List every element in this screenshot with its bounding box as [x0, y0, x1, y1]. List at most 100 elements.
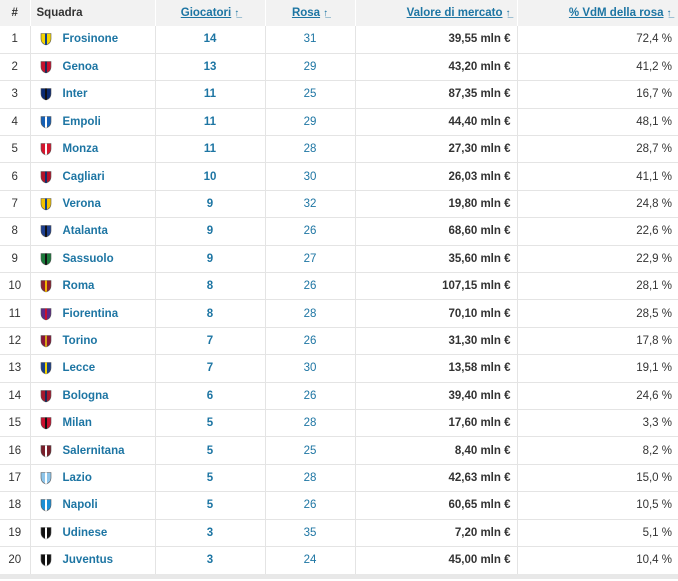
players-count-link[interactable]: 11 [155, 135, 266, 164]
club-name-link[interactable]: Napoli [63, 499, 98, 511]
club-name-link[interactable]: Atalanta [63, 225, 108, 237]
club-name-link[interactable]: Lecce [63, 362, 96, 374]
fiorentina-crest-icon[interactable] [39, 307, 53, 321]
squad-size-link[interactable]: 29 [265, 108, 356, 137]
club-name-link[interactable]: Roma [63, 280, 95, 292]
club-name-link[interactable]: Empoli [63, 116, 101, 128]
header-players-sort[interactable]: Giocatori ↑̲ [155, 0, 266, 26]
sort-arrow-icon[interactable]: ↑̲ [506, 8, 511, 19]
header-squad-sort[interactable]: Rosa ↑̲ [265, 0, 356, 26]
club-name-link[interactable]: Monza [63, 143, 99, 155]
club-name-link[interactable]: Milan [63, 417, 92, 429]
squad-size-link[interactable]: 28 [265, 135, 356, 164]
squad-size-link[interactable]: 26 [265, 491, 356, 520]
players-count-link[interactable]: 13 [155, 53, 266, 82]
roma-crest-icon[interactable] [39, 279, 53, 293]
squad-size-link[interactable]: 32 [265, 190, 356, 219]
club-name-link[interactable]: Genoa [63, 61, 99, 73]
lecce-crest-icon[interactable] [39, 361, 53, 375]
players-count-link[interactable]: 9 [155, 190, 266, 219]
value-share-cell: 16,7 % [517, 80, 678, 109]
players-count-link[interactable]: 7 [155, 327, 266, 356]
sort-arrow-icon[interactable]: ↑̲ [667, 8, 672, 19]
juventus-crest-icon[interactable] [39, 553, 53, 567]
squad-size-link[interactable]: 28 [265, 464, 356, 493]
cagliari-crest-icon[interactable] [39, 170, 53, 184]
squad-size-link[interactable]: 26 [265, 217, 356, 246]
club-name-link[interactable]: Lazio [63, 472, 92, 484]
squad-size-link[interactable]: 25 [265, 80, 356, 109]
club-name-link[interactable]: Inter [63, 88, 88, 100]
club-cell: Inter [30, 80, 156, 109]
squad-size-link[interactable]: 24 [265, 546, 356, 574]
empoli-crest-icon[interactable] [39, 115, 53, 129]
sassuolo-crest-icon[interactable] [39, 252, 53, 266]
players-count-link[interactable]: 9 [155, 245, 266, 274]
header-value-sort[interactable]: Valore di mercato ↑̲ [355, 0, 518, 26]
players-count-link[interactable]: 6 [155, 382, 266, 410]
squad-size-link[interactable]: 29 [265, 53, 356, 82]
players-count-link[interactable]: 3 [155, 519, 266, 547]
players-count-link[interactable]: 3 [155, 546, 266, 574]
club-name-link[interactable]: Udinese [63, 527, 108, 539]
squad-size-link[interactable]: 31 [265, 26, 356, 54]
players-count-link[interactable]: 11 [155, 108, 266, 137]
header-pct-sort[interactable]: % VdM della rosa ↑̲ [517, 0, 678, 26]
club-name-link[interactable]: Frosinone [63, 33, 119, 45]
club-name-link[interactable]: Cagliari [63, 171, 105, 183]
frosinone-crest-icon[interactable] [39, 32, 53, 46]
players-count-link[interactable]: 8 [155, 299, 266, 328]
monza-crest-icon[interactable] [39, 142, 53, 156]
club-name-link[interactable]: Fiorentina [63, 308, 119, 320]
header-pct-label[interactable]: % VdM della rosa [569, 7, 664, 19]
players-count-link[interactable]: 5 [155, 409, 266, 438]
napoli-crest-icon[interactable] [39, 498, 53, 512]
players-count-link[interactable]: 11 [155, 80, 266, 109]
torino-crest-icon[interactable] [39, 334, 53, 348]
club-cell: Udinese [30, 519, 156, 547]
players-count-link[interactable]: 14 [155, 26, 266, 54]
players-count-link[interactable]: 8 [155, 272, 266, 301]
players-count-link[interactable]: 5 [155, 436, 266, 465]
header-value-label[interactable]: Valore di mercato [407, 7, 503, 19]
atalanta-crest-icon[interactable] [39, 224, 53, 238]
sort-arrow-icon[interactable]: ↑̲ [323, 8, 328, 19]
inter-crest-icon[interactable] [39, 87, 53, 101]
club-cell: Lazio [30, 464, 156, 493]
players-count-link[interactable]: 9 [155, 217, 266, 246]
header-players-label[interactable]: Giocatori [181, 7, 231, 19]
genoa-crest-icon[interactable] [39, 60, 53, 74]
verona-crest-icon[interactable] [39, 197, 53, 211]
club-name-link[interactable]: Juventus [63, 554, 114, 566]
squad-size-link[interactable]: 28 [265, 299, 356, 328]
sort-arrow-icon[interactable]: ↑̲ [234, 8, 239, 19]
club-name-link[interactable]: Salernitana [63, 445, 125, 457]
squad-size-link[interactable]: 35 [265, 519, 356, 547]
salernitana-crest-icon[interactable] [39, 444, 53, 458]
club-name-link[interactable]: Verona [63, 198, 101, 210]
club-name-link[interactable]: Bologna [63, 390, 109, 402]
players-count-link[interactable]: 5 [155, 491, 266, 520]
players-count-link[interactable]: 10 [155, 162, 266, 191]
players-count-link[interactable]: 7 [155, 354, 266, 383]
udinese-crest-icon[interactable] [39, 526, 53, 540]
bologna-crest-icon[interactable] [39, 389, 53, 403]
squad-size-link[interactable]: 25 [265, 436, 356, 465]
squad-size-link[interactable]: 30 [265, 162, 356, 191]
squad-size-link[interactable]: 26 [265, 327, 356, 356]
header-squad-label[interactable]: Rosa [292, 7, 320, 19]
table-row: 5 Monza 11 28 27,30 mln €28,7 % [0, 135, 678, 164]
market-value-cell: 35,60 mln € [355, 245, 518, 274]
milan-crest-icon[interactable] [39, 416, 53, 430]
club-name-link[interactable]: Torino [63, 335, 98, 347]
squad-size-link[interactable]: 26 [265, 272, 356, 301]
squad-size-link[interactable]: 27 [265, 245, 356, 274]
club-name-link[interactable]: Sassuolo [63, 253, 114, 265]
lazio-crest-icon[interactable] [39, 471, 53, 485]
players-count-link[interactable]: 5 [155, 464, 266, 493]
squad-size-link[interactable]: 26 [265, 382, 356, 410]
squad-size-link[interactable]: 30 [265, 354, 356, 383]
rank-cell: 11 [0, 299, 31, 328]
squad-size-link[interactable]: 28 [265, 409, 356, 438]
market-value-cell: 7,20 mln € [355, 519, 518, 547]
